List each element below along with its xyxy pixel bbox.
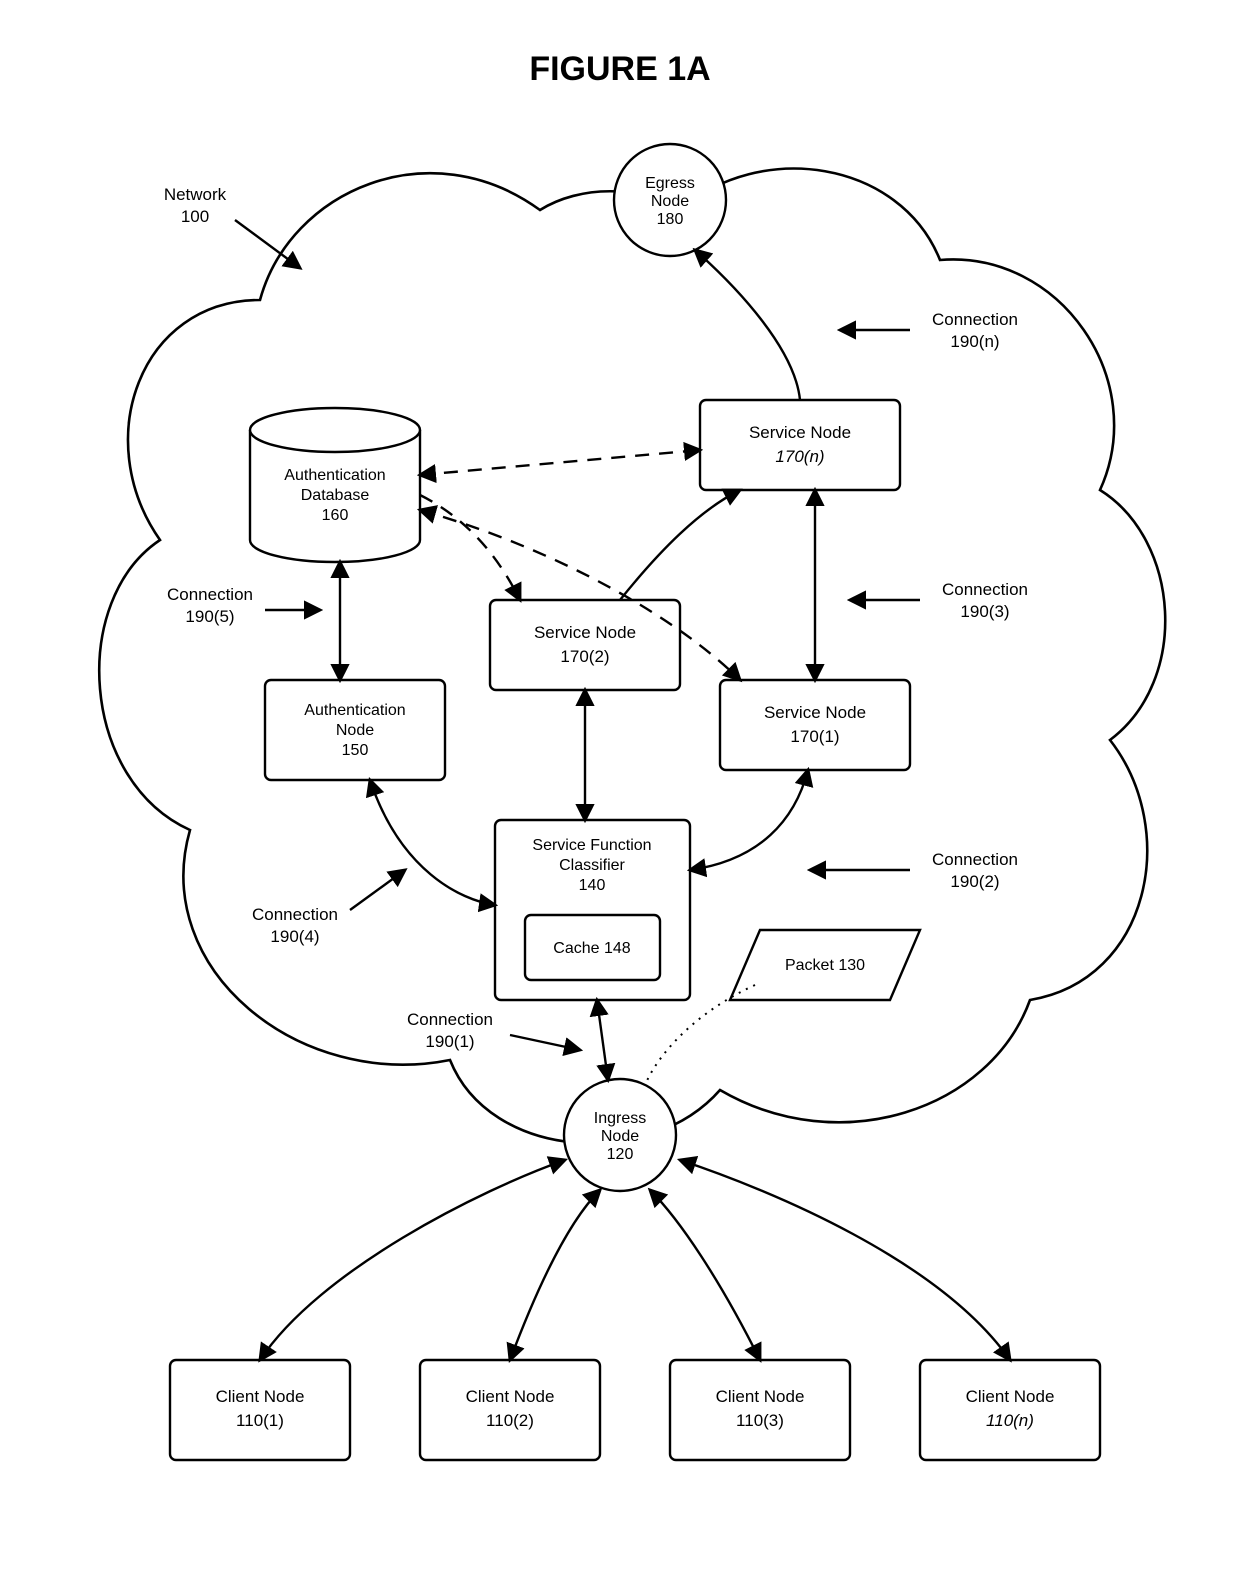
client-node-3-l1: Client Node [716,1387,805,1406]
service-node-1 [720,680,910,770]
egress-node-l2: Node [651,193,689,210]
client-node-1-l1: Client Node [216,1387,305,1406]
sfc-l2: Classifier [559,857,625,874]
conn-3-l2: 190(3) [960,602,1009,621]
client-node-2-l2: 110(2) [486,1411,534,1430]
service-node-1-l1: Service Node [764,703,866,722]
ingress-node-l2: Node [601,1128,639,1145]
edge-svc2-svcn [620,490,740,600]
edge-svcn-egress [695,250,800,400]
egress-node-l3: 180 [657,211,684,228]
conn-4-l1: Connection [252,905,338,924]
client-node-2-l1: Client Node [466,1387,555,1406]
network-label-l2: 100 [181,207,209,226]
client-node-3 [670,1360,850,1460]
auth-node-l1: Authentication [304,702,405,719]
conn-n-l2: 190(n) [950,332,999,351]
auth-node-l3: 150 [342,742,369,759]
client-node-n-l1: Client Node [966,1387,1055,1406]
packet-l1: Packet 130 [785,957,865,974]
edge-client1-ingress [260,1160,565,1360]
auth-database-l3: 160 [322,507,349,524]
edge-ingress-sfc [597,1000,608,1080]
conn-1-l1: Connection [407,1010,493,1029]
conn-3-l1: Connection [942,580,1028,599]
figure-1a-diagram: FIGURE 1A Network 100 Egress Node 180 Se… [0,0,1240,1587]
sfc-l1: Service Function [532,837,651,854]
edge-authdb-svc2 [420,495,520,600]
service-node-1-l2: 170(1) [790,727,839,746]
ingress-node-l1: Ingress [594,1110,646,1127]
edge-sfc-svc1 [690,770,808,870]
ingress-node-l3: 120 [607,1146,634,1163]
service-node-n-l1: Service Node [749,423,851,442]
client-node-1 [170,1360,350,1460]
client-node-n [920,1360,1100,1460]
conn-1-ptr [510,1035,580,1050]
conn-2-l1: Connection [932,850,1018,869]
client-node-1-l2: 110(1) [236,1411,284,1430]
service-node-2-l1: Service Node [534,623,636,642]
service-node-n [700,400,900,490]
auth-node-l2: Node [336,722,374,739]
client-node-3-l2: 110(3) [736,1411,784,1430]
edge-authnode-sfc [370,780,495,905]
service-node-n-l2: 170(n) [775,447,824,466]
service-node-2-l2: 170(2) [560,647,609,666]
conn-2-l2: 190(2) [950,872,999,891]
edge-client3-ingress [650,1190,760,1360]
network-label-arrow [235,220,300,268]
conn-1-l2: 190(1) [425,1032,474,1051]
client-node-n-l2: 110(n) [986,1411,1034,1430]
conn-5-l1: Connection [167,585,253,604]
conn-4-l2: 190(4) [270,927,319,946]
client-node-2 [420,1360,600,1460]
auth-database-l2: Database [301,487,370,504]
network-label-l1: Network [164,185,227,204]
conn-n-l1: Connection [932,310,1018,329]
egress-node-l1: Egress [645,175,695,192]
service-node-2 [490,600,680,690]
conn-4-ptr [350,870,405,910]
auth-database [250,408,420,562]
cache-l1: Cache 148 [553,940,630,957]
edge-clientn-ingress [680,1160,1010,1360]
figure-title: FIGURE 1A [529,50,710,88]
sfc-l3: 140 [579,877,606,894]
auth-database-l1: Authentication [284,467,385,484]
edge-authdb-svcn [420,450,700,475]
conn-5-l2: 190(5) [185,607,234,626]
edge-client2-ingress [510,1190,600,1360]
